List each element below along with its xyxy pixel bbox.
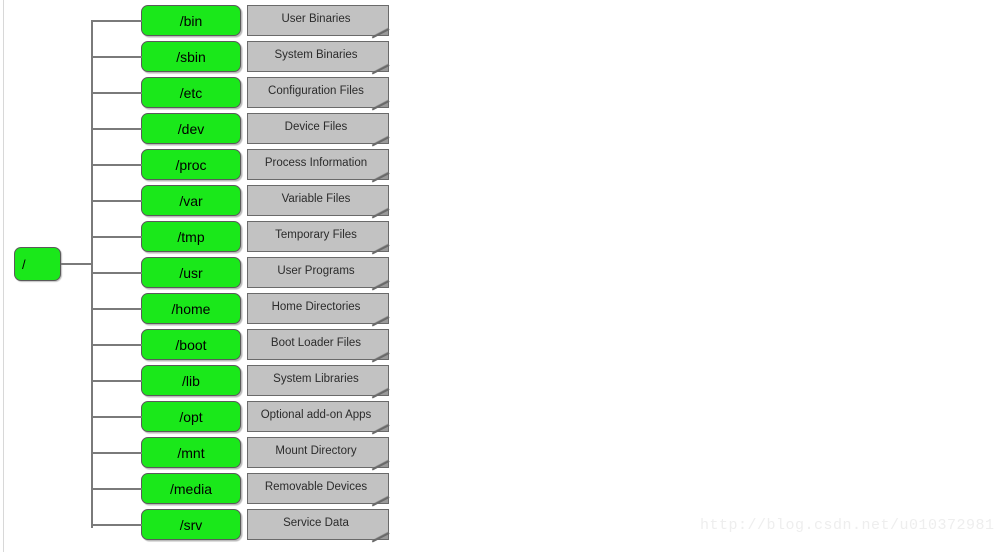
description-note-label: Temporary Files — [275, 228, 357, 241]
canvas-left-border — [3, 0, 4, 552]
description-note-label: User Binaries — [281, 12, 351, 25]
directory-node-lib[interactable]: /lib — [141, 365, 241, 396]
directory-node-bin[interactable]: /bin — [141, 5, 241, 36]
root-directory-node[interactable]: / — [14, 247, 61, 281]
description-note-media[interactable]: Removable Devices — [247, 473, 390, 506]
description-note-label: User Programs — [277, 264, 355, 277]
branch-connector-usr — [91, 272, 142, 274]
description-note-lib[interactable]: System Libraries — [247, 365, 390, 398]
directory-node-srv[interactable]: /srv — [141, 509, 241, 540]
branch-connector-lib — [91, 380, 142, 382]
description-note-tmp[interactable]: Temporary Files — [247, 221, 390, 254]
branch-connector-opt — [91, 416, 142, 418]
description-note-label: System Libraries — [273, 372, 359, 385]
description-note-label: System Binaries — [274, 48, 358, 61]
description-note-label: Boot Loader Files — [270, 336, 362, 349]
description-note-label: Process Information — [264, 156, 368, 169]
description-note-dev[interactable]: Device Files — [247, 113, 390, 146]
root-directory-label: / — [22, 256, 26, 272]
directory-node-sbin[interactable]: /sbin — [141, 41, 241, 72]
description-note-label: Home Directories — [271, 300, 361, 313]
description-note-boot[interactable]: Boot Loader Files — [247, 329, 390, 362]
directory-node-label: /srv — [179, 516, 203, 533]
branch-connector-tmp — [91, 236, 142, 238]
directory-node-label: /etc — [179, 84, 203, 101]
directory-node-label: /boot — [175, 336, 207, 353]
branch-connector-home — [91, 308, 142, 310]
description-note-label: Variable Files — [281, 192, 351, 205]
directory-node-media[interactable]: /media — [141, 473, 241, 504]
directory-node-label: /sbin — [176, 48, 206, 65]
directory-node-label: /var — [179, 192, 203, 209]
branch-connector-boot — [91, 344, 142, 346]
directory-node-home[interactable]: /home — [141, 293, 241, 324]
directory-node-mnt[interactable]: /mnt — [141, 437, 241, 468]
description-note-var[interactable]: Variable Files — [247, 185, 390, 218]
directory-node-var[interactable]: /var — [141, 185, 241, 216]
directory-node-boot[interactable]: /boot — [141, 329, 241, 360]
directory-node-label: /tmp — [177, 228, 205, 245]
branch-connector-proc — [91, 164, 142, 166]
root-connector-stem — [61, 263, 92, 265]
branch-connector-media — [91, 488, 142, 490]
description-note-usr[interactable]: User Programs — [247, 257, 390, 290]
branch-connector-sbin — [91, 56, 142, 58]
description-note-sbin[interactable]: System Binaries — [247, 41, 390, 74]
description-note-label: Configuration Files — [268, 84, 364, 97]
description-note-bin[interactable]: User Binaries — [247, 5, 390, 38]
description-note-etc[interactable]: Configuration Files — [247, 77, 390, 110]
description-note-label: Removable Devices — [264, 480, 368, 493]
description-note-label: Optional add-on Apps — [260, 408, 372, 421]
branch-connector-mnt — [91, 452, 142, 454]
description-note-opt[interactable]: Optional add-on Apps — [247, 401, 390, 434]
description-note-home[interactable]: Home Directories — [247, 293, 390, 326]
directory-node-proc[interactable]: /proc — [141, 149, 241, 180]
directory-node-opt[interactable]: /opt — [141, 401, 241, 432]
description-note-proc[interactable]: Process Information — [247, 149, 390, 182]
directory-node-label: /proc — [175, 156, 207, 173]
description-note-mnt[interactable]: Mount Directory — [247, 437, 390, 470]
branch-connector-var — [91, 200, 142, 202]
filesystem-hierarchy-diagram: / /bin User Binaries/sbin System Binaries /… — [0, 0, 1000, 552]
directory-node-label: /lib — [182, 372, 200, 389]
branch-connector-etc — [91, 92, 142, 94]
directory-node-label: /usr — [179, 264, 203, 281]
directory-node-etc[interactable]: /etc — [141, 77, 241, 108]
branch-connector-dev — [91, 128, 142, 130]
directory-node-tmp[interactable]: /tmp — [141, 221, 241, 252]
directory-node-label: /mnt — [177, 444, 205, 461]
branch-connector-srv — [91, 524, 142, 526]
directory-node-label: /bin — [179, 12, 203, 29]
watermark-url: http://blog.csdn.net/u010372981 — [700, 517, 995, 534]
description-note-label: Mount Directory — [275, 444, 357, 457]
directory-node-label: /home — [171, 300, 211, 317]
directory-node-label: /opt — [179, 408, 203, 425]
description-note-srv[interactable]: Service Data — [247, 509, 390, 542]
directory-node-label: /media — [169, 480, 213, 497]
description-note-label: Device Files — [284, 120, 348, 133]
description-note-label: Service Data — [283, 516, 349, 529]
directory-node-usr[interactable]: /usr — [141, 257, 241, 288]
directory-node-label: /dev — [177, 120, 205, 137]
branch-connector-bin — [91, 20, 142, 22]
directory-node-dev[interactable]: /dev — [141, 113, 241, 144]
